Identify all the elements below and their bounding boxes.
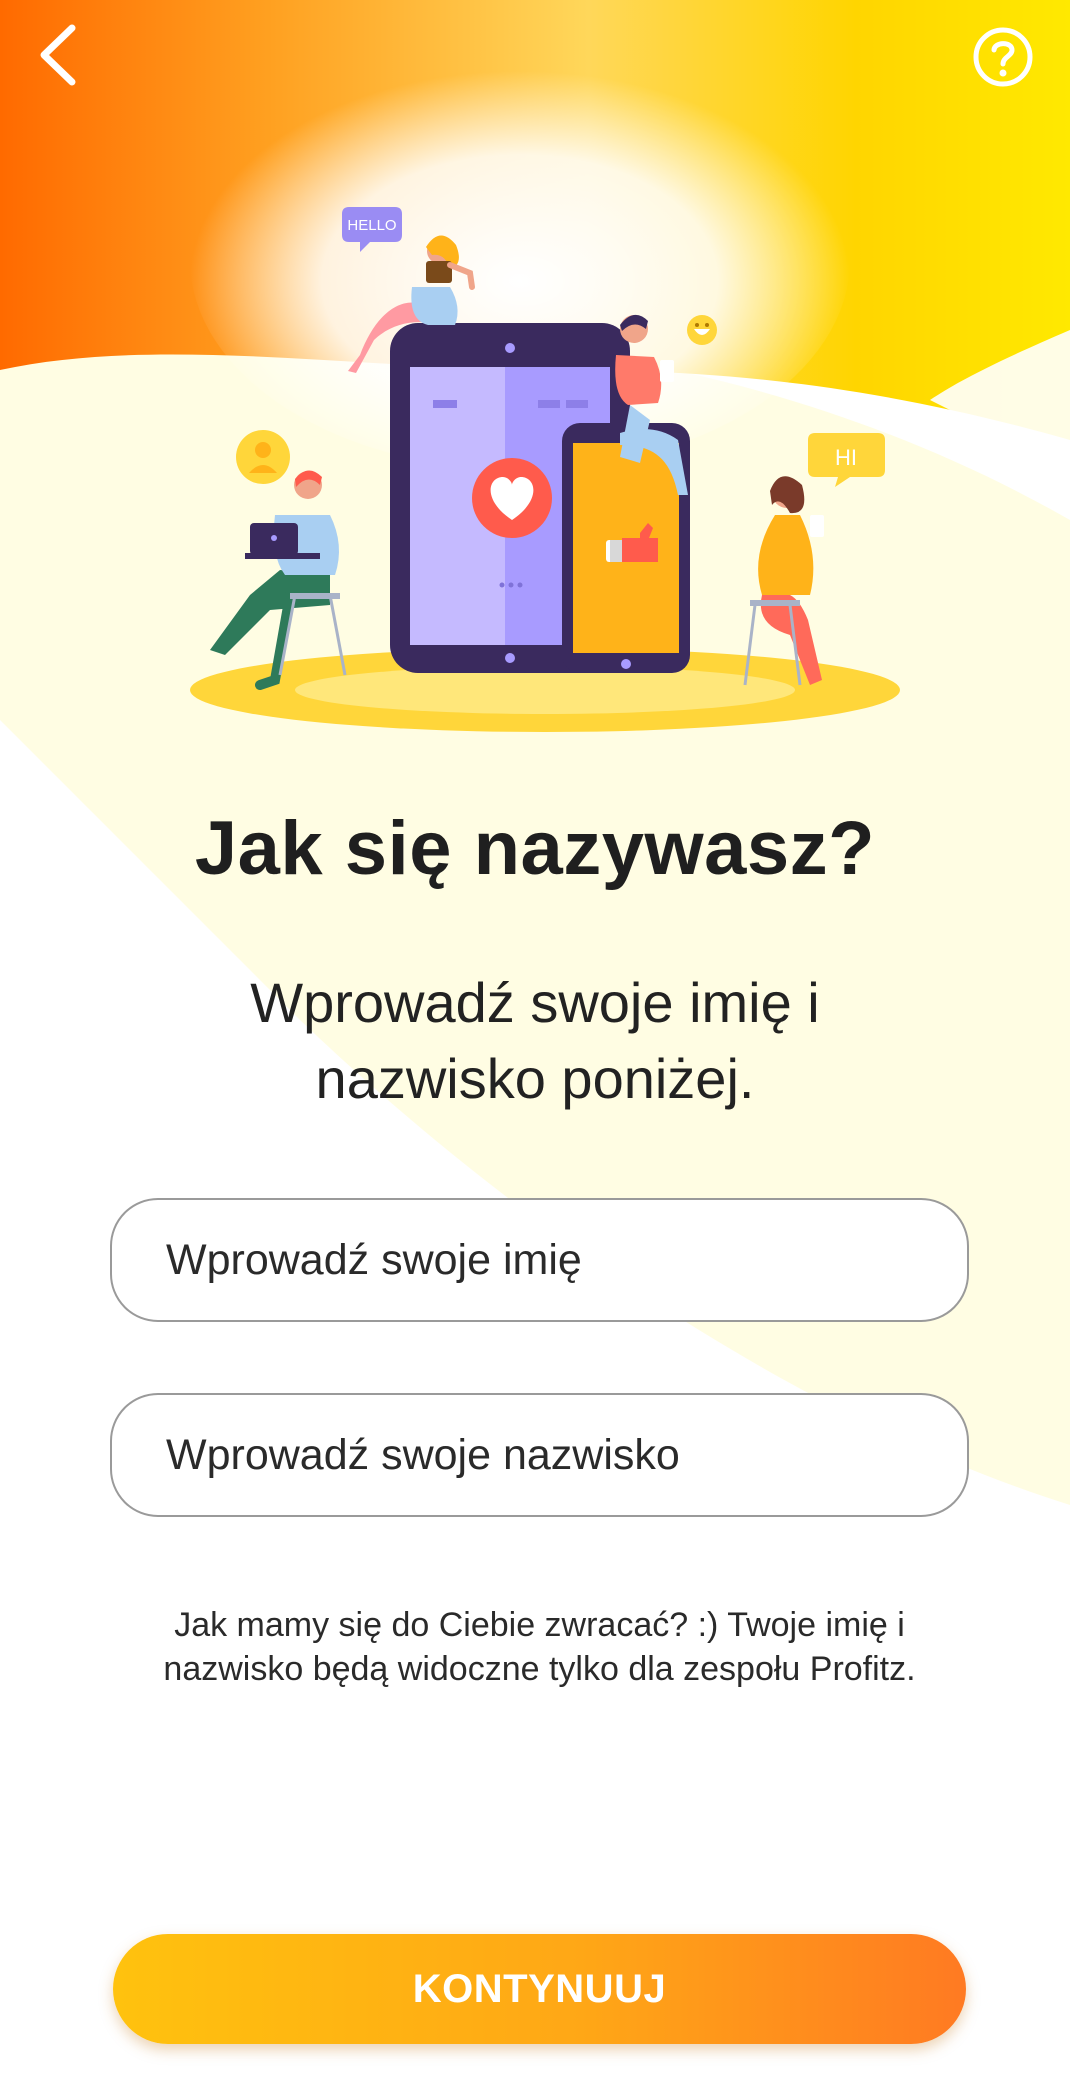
hi-bubble-text: HI [835, 445, 857, 470]
question-circle-icon [973, 27, 1033, 87]
back-button[interactable] [30, 20, 90, 90]
hero-illustration: HELLO HI [190, 207, 900, 732]
first-name-input[interactable] [166, 1235, 967, 1285]
privacy-note: Jak mamy się do Ciebie zwracać? :) Twoje… [163, 1606, 916, 1688]
hello-bubble-text: HELLO [347, 217, 396, 234]
chevron-left-icon [40, 24, 76, 86]
continue-button[interactable]: KONTYNUUJ [113, 1934, 966, 2044]
help-button[interactable] [968, 22, 1038, 92]
page-subtitle: Wprowadź swoje imię i nazwisko poniżej. [250, 971, 820, 1110]
last-name-input[interactable] [166, 1430, 967, 1480]
page-title: Jak się nazywasz? [194, 806, 876, 891]
first-name-field[interactable] [110, 1198, 969, 1322]
last-name-field[interactable] [110, 1393, 969, 1517]
